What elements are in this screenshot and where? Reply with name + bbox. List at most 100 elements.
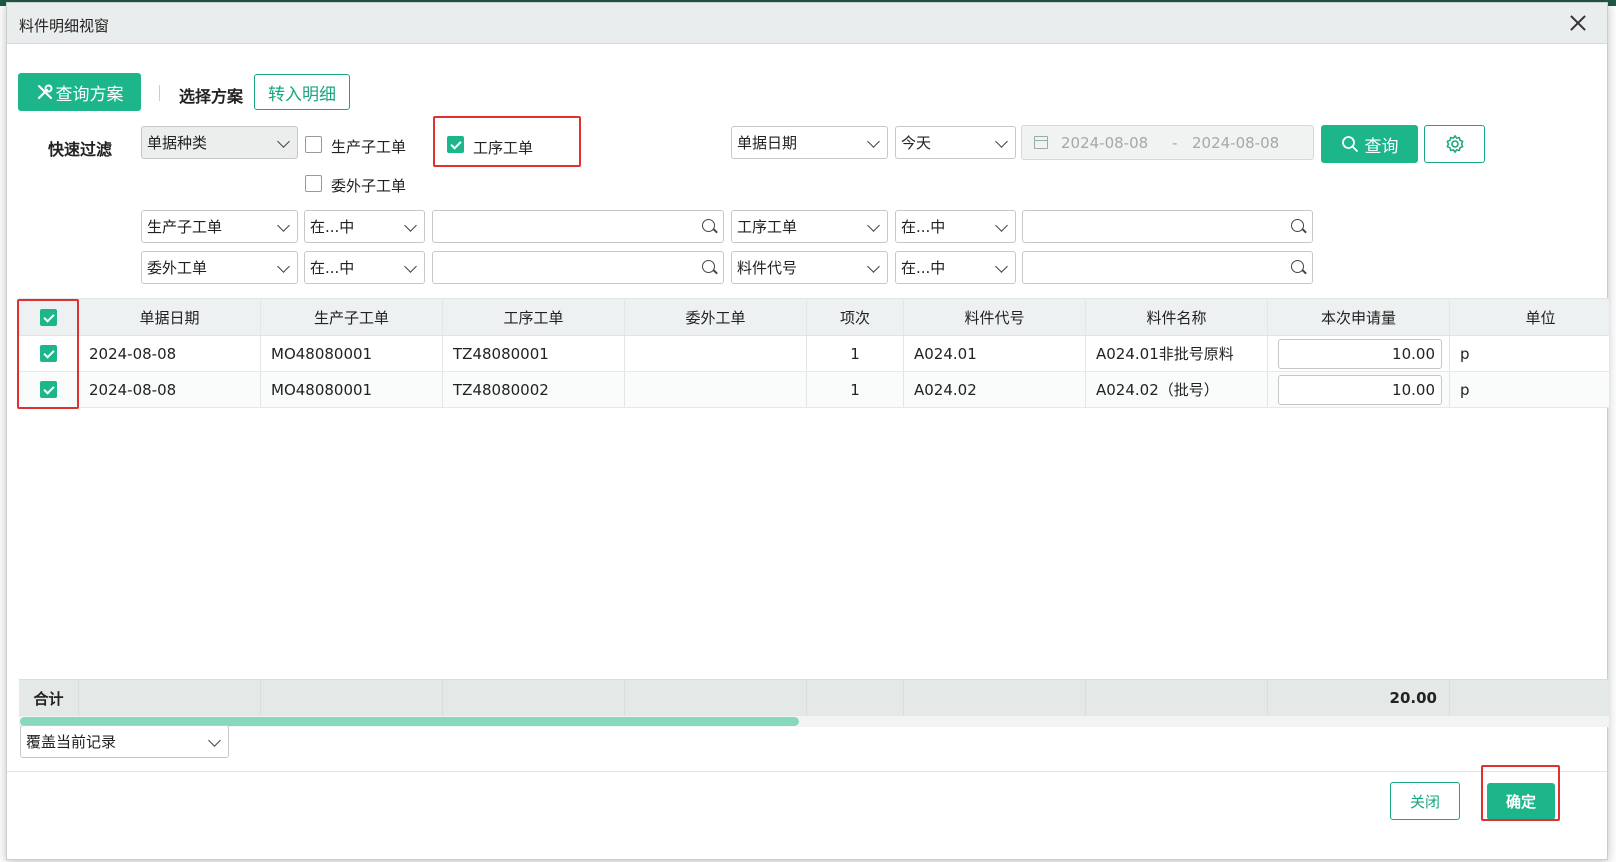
qty-input[interactable]: 10.00 bbox=[1278, 375, 1442, 405]
condition-op-value: 在...中 bbox=[901, 259, 946, 277]
checkbox-process-order[interactable] bbox=[447, 136, 464, 153]
chevron-down-icon bbox=[995, 219, 1008, 232]
search-icon[interactable] bbox=[702, 260, 715, 273]
col-header-unit[interactable]: 单位 bbox=[1450, 299, 1609, 335]
cell-outsource-order bbox=[625, 372, 807, 407]
close-button[interactable]: 关闭 bbox=[1390, 782, 1460, 820]
confirm-button[interactable]: 确定 bbox=[1487, 783, 1555, 820]
col-header-item-name[interactable]: 料件名称 bbox=[1086, 299, 1268, 335]
footer-cell bbox=[79, 680, 261, 716]
cell-item-name: A024.01非批号原料 bbox=[1086, 336, 1268, 371]
col-header-seq[interactable]: 项次 bbox=[807, 299, 904, 335]
condition-op-select-1[interactable]: 在...中 bbox=[304, 210, 425, 243]
search-icon[interactable] bbox=[1291, 260, 1304, 273]
cell-date: 2024-08-08 bbox=[79, 372, 261, 407]
col-header-qty[interactable]: 本次申请量 bbox=[1268, 299, 1450, 335]
gear-icon bbox=[1446, 135, 1463, 153]
cell-prod-order: MO48080001 bbox=[261, 336, 443, 371]
mode-select[interactable]: 覆盖当前记录 bbox=[20, 725, 229, 758]
chevron-down-icon bbox=[277, 135, 290, 148]
table-row[interactable]: 2024-08-08 MO48080001 TZ48080002 1 A024.… bbox=[19, 372, 1609, 408]
row-checkbox[interactable] bbox=[40, 345, 57, 362]
cell-item-name: A024.02（批号） bbox=[1086, 372, 1268, 407]
condition-op-value: 在...中 bbox=[310, 259, 355, 277]
footer-cell bbox=[807, 680, 904, 716]
date-separator: - bbox=[1172, 134, 1178, 152]
doc-type-select[interactable]: 单据种类 bbox=[141, 126, 298, 159]
checkbox-process-order-label: 工序工单 bbox=[473, 139, 534, 157]
cell-process-order: TZ48080001 bbox=[443, 336, 625, 371]
chevron-down-icon bbox=[995, 260, 1008, 273]
cell-seq: 1 bbox=[807, 336, 904, 371]
chevron-down-icon bbox=[867, 260, 880, 273]
col-header-date[interactable]: 单据日期 bbox=[79, 299, 261, 335]
condition-op-value: 在...中 bbox=[901, 218, 946, 236]
footer-cell bbox=[904, 680, 1086, 716]
chevron-down-icon bbox=[277, 260, 290, 273]
condition-field-value: 工序工单 bbox=[737, 218, 798, 236]
row-select-cell bbox=[19, 372, 79, 407]
transfer-detail-button[interactable]: 转入明细 bbox=[254, 74, 350, 110]
qty-input[interactable]: 10.00 bbox=[1278, 339, 1442, 369]
close-icon[interactable] bbox=[1567, 12, 1589, 34]
cell-prod-order: MO48080001 bbox=[261, 372, 443, 407]
date-preset-select[interactable]: 今天 bbox=[895, 126, 1016, 159]
chevron-down-icon bbox=[867, 135, 880, 148]
condition-op-select-2[interactable]: 在...中 bbox=[895, 210, 1016, 243]
table-row[interactable]: 2024-08-08 MO48080001 TZ48080001 1 A024.… bbox=[19, 336, 1609, 372]
date-field-select[interactable]: 单据日期 bbox=[731, 126, 888, 159]
detail-grid: 单据日期 生产子工单 工序工单 委外工单 项次 料件代号 料件名称 本次申请量 … bbox=[19, 298, 1609, 728]
query-scheme-label: 查询方案 bbox=[55, 84, 124, 105]
col-header-prod-order[interactable]: 生产子工单 bbox=[261, 299, 443, 335]
item-detail-dialog: 料件明细视窗 查询方案 选择方案 转入明细 快速过滤 单据种类 生产子工单 工序… bbox=[6, 2, 1609, 860]
cell-date: 2024-08-08 bbox=[79, 336, 261, 371]
condition-field-value: 生产子工单 bbox=[147, 218, 223, 236]
condition-field-select-4[interactable]: 料件代号 bbox=[731, 251, 888, 284]
date-from: 2024-08-08 bbox=[1061, 134, 1149, 152]
condition-field-select-1[interactable]: 生产子工单 bbox=[141, 210, 298, 243]
footer-qty-total: 20.00 bbox=[1268, 680, 1450, 716]
cell-seq: 1 bbox=[807, 372, 904, 407]
grid-header: 单据日期 生产子工单 工序工单 委外工单 项次 料件代号 料件名称 本次申请量 … bbox=[19, 299, 1609, 336]
query-scheme-button[interactable]: 查询方案 bbox=[18, 73, 141, 111]
condition-value-input-3[interactable] bbox=[432, 251, 724, 284]
condition-field-select-2[interactable]: 工序工单 bbox=[731, 210, 888, 243]
condition-op-select-4[interactable]: 在...中 bbox=[895, 251, 1016, 284]
quick-filter-label: 快速过滤 bbox=[48, 140, 113, 159]
checkbox-prod-suborder[interactable] bbox=[305, 136, 322, 153]
select-all-checkbox[interactable] bbox=[40, 308, 57, 326]
mode-select-value: 覆盖当前记录 bbox=[26, 733, 117, 751]
settings-button[interactable] bbox=[1424, 125, 1485, 163]
condition-field-select-3[interactable]: 委外工单 bbox=[141, 251, 298, 284]
select-scheme-label: 选择方案 bbox=[179, 87, 244, 106]
confirm-button-label: 确定 bbox=[1505, 793, 1536, 811]
condition-value-input-1[interactable] bbox=[432, 210, 724, 243]
cell-item-code: A024.02 bbox=[904, 372, 1086, 407]
horizontal-scrollbar[interactable] bbox=[19, 716, 1609, 727]
search-icon[interactable] bbox=[1291, 219, 1304, 232]
condition-value-input-4[interactable] bbox=[1022, 251, 1313, 284]
close-button-label: 关闭 bbox=[1409, 792, 1440, 811]
condition-value-input-2[interactable] bbox=[1022, 210, 1313, 243]
col-header-process-order[interactable]: 工序工单 bbox=[443, 299, 625, 335]
condition-op-select-3[interactable]: 在...中 bbox=[304, 251, 425, 284]
query-button[interactable]: 查询 bbox=[1321, 125, 1418, 163]
search-icon[interactable] bbox=[702, 219, 715, 232]
footer-cell bbox=[1450, 680, 1609, 716]
col-header-outsource-order[interactable]: 委外工单 bbox=[625, 299, 807, 335]
date-to: 2024-08-08 bbox=[1192, 134, 1280, 152]
chevron-down-icon bbox=[277, 219, 290, 232]
row-select-cell bbox=[19, 336, 79, 371]
condition-field-value: 料件代号 bbox=[737, 259, 798, 277]
date-range-input[interactable]: 2024-08-08 - 2024-08-08 bbox=[1021, 125, 1314, 160]
checkbox-outsource-suborder-label: 委外子工单 bbox=[331, 177, 407, 195]
checkbox-outsource-suborder[interactable] bbox=[305, 175, 322, 192]
chevron-down-icon bbox=[404, 219, 417, 232]
footer-total-label: 合计 bbox=[19, 680, 79, 716]
search-icon bbox=[1341, 136, 1358, 152]
col-header-item-code[interactable]: 料件代号 bbox=[904, 299, 1086, 335]
chevron-down-icon bbox=[995, 135, 1008, 148]
chevron-down-icon bbox=[404, 260, 417, 273]
cell-qty: 10.00 bbox=[1268, 372, 1450, 407]
row-checkbox[interactable] bbox=[40, 381, 57, 398]
